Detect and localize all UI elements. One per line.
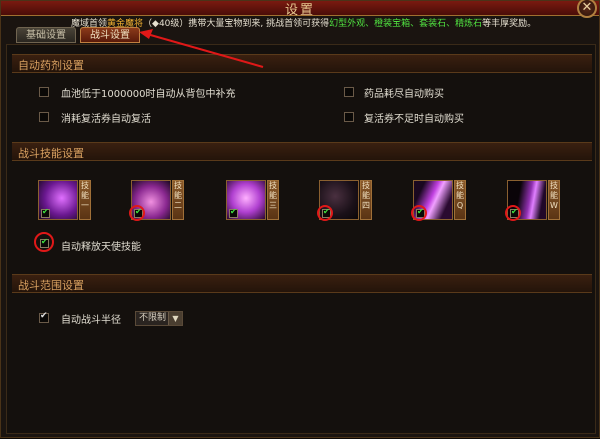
annotation-arrow <box>139 29 264 68</box>
settings-window: 设置 ✕ 魔域首领黄金魔将（◆40级）携带大量宝物到来, 挑战首领可获得幻型外观… <box>0 0 600 438</box>
